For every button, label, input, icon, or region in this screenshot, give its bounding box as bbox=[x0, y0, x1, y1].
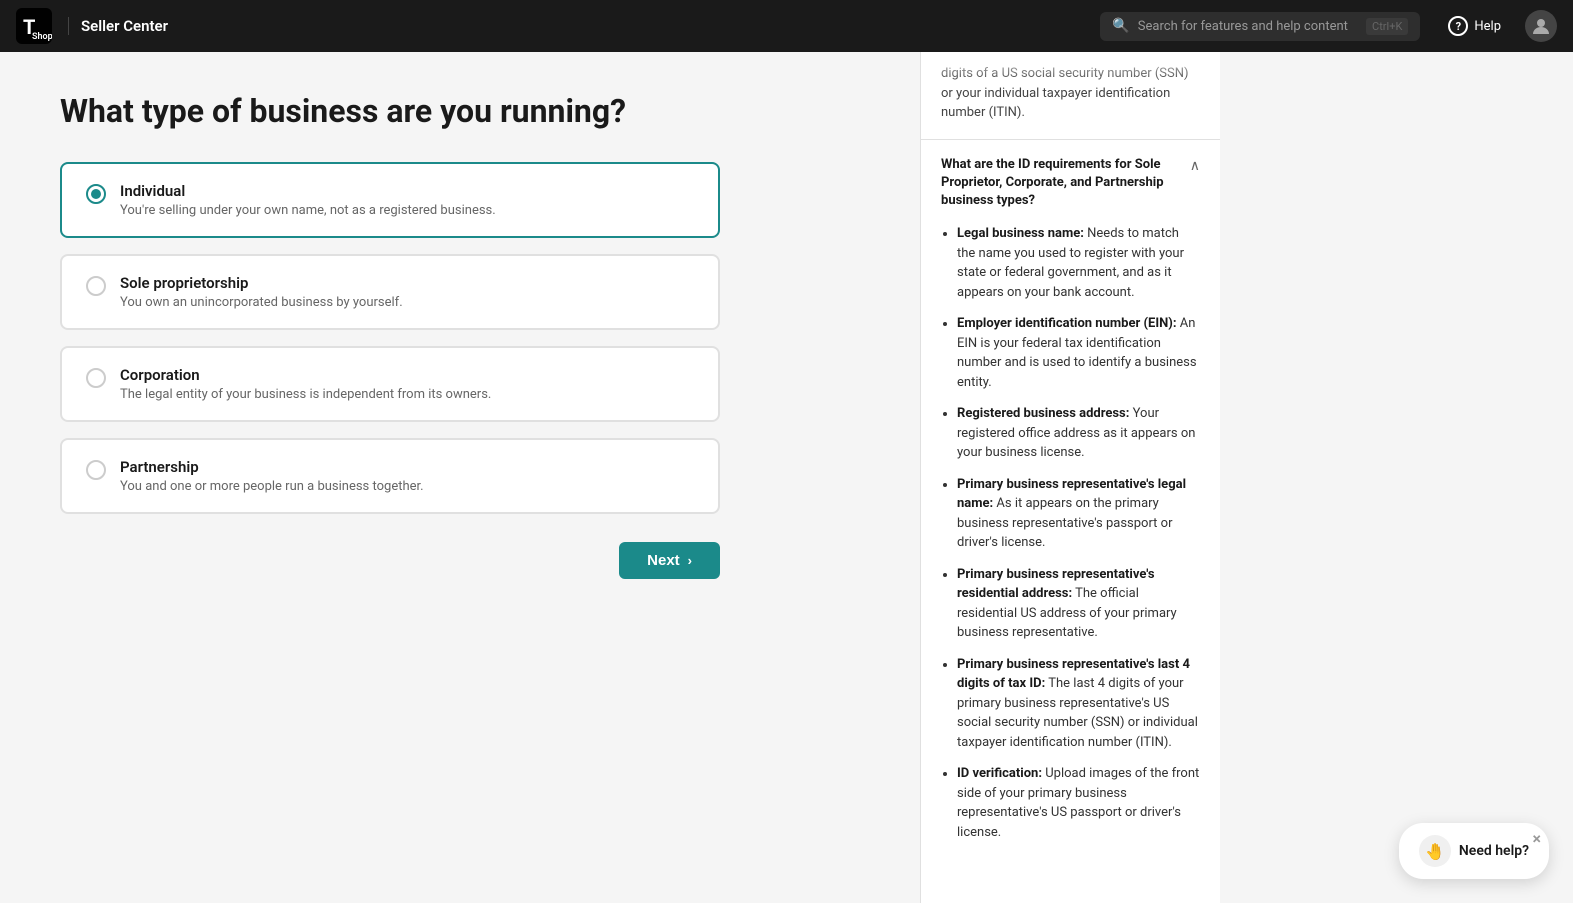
navbar-search[interactable]: 🔍 Search for features and help content C… bbox=[1100, 12, 1420, 41]
navbar-logo[interactable]: T Shop bbox=[16, 8, 52, 44]
panel-section-header[interactable]: What are the ID requirements for Sole Pr… bbox=[941, 156, 1200, 211]
panel-list-item: Legal business name: Needs to match the … bbox=[957, 224, 1200, 302]
panel-section-title: What are the ID requirements for Sole Pr… bbox=[941, 156, 1182, 211]
tiktok-shop-logo-icon: T Shop bbox=[16, 8, 52, 44]
option-desc-corporation: The legal entity of your business is ind… bbox=[120, 387, 694, 402]
chevron-up-icon: ∧ bbox=[1190, 158, 1200, 174]
panel-list-item: Primary business representative's legal … bbox=[957, 475, 1200, 553]
navbar-brand: Seller Center bbox=[68, 17, 168, 35]
option-text-corporation: Corporation The legal entity of your bus… bbox=[120, 366, 694, 402]
page-title: What type of business are you running? bbox=[60, 92, 860, 130]
next-button-row: Next › bbox=[60, 542, 720, 579]
option-text-sole_proprietorship: Sole proprietorship You own an unincorpo… bbox=[120, 274, 694, 310]
search-icon: 🔍 bbox=[1112, 18, 1129, 34]
option-name-corporation: Corporation bbox=[120, 366, 694, 384]
option-name-partnership: Partnership bbox=[120, 458, 694, 476]
panel-list-item: Employer identification number (EIN): An… bbox=[957, 314, 1200, 392]
search-placeholder: Search for features and help content bbox=[1138, 19, 1358, 34]
business-option-partnership[interactable]: Partnership You and one or more people r… bbox=[60, 438, 720, 514]
svg-text:Shop: Shop bbox=[32, 32, 52, 42]
help-button[interactable]: ? Help bbox=[1448, 16, 1501, 36]
right-panel: digits of a US social security number (S… bbox=[920, 52, 1220, 903]
radio-sole_proprietorship bbox=[86, 276, 106, 296]
option-desc-partnership: You and one or more people run a busines… bbox=[120, 479, 694, 494]
next-arrow-icon: › bbox=[688, 553, 692, 568]
user-avatar[interactable] bbox=[1525, 10, 1557, 42]
business-option-individual[interactable]: Individual You're selling under your own… bbox=[60, 162, 720, 238]
panel-section: What are the ID requirements for Sole Pr… bbox=[921, 140, 1220, 859]
option-desc-individual: You're selling under your own name, not … bbox=[120, 203, 694, 218]
business-option-corporation[interactable]: Corporation The legal entity of your bus… bbox=[60, 346, 720, 422]
radio-partnership bbox=[86, 460, 106, 480]
panel-list-item: Primary business representative's last 4… bbox=[957, 655, 1200, 753]
panel-list-item: Registered business address: Your regist… bbox=[957, 404, 1200, 463]
avatar-icon bbox=[1531, 16, 1551, 36]
next-button[interactable]: Next › bbox=[619, 542, 720, 579]
content-area: What type of business are you running? I… bbox=[0, 52, 920, 903]
help-icon: ? bbox=[1448, 16, 1468, 36]
panel-fade-text: digits of a US social security number (S… bbox=[941, 66, 1189, 120]
option-name-individual: Individual bbox=[120, 182, 694, 200]
main-layout: What type of business are you running? I… bbox=[0, 52, 1573, 903]
need-help-bubble[interactable]: × 🤚 Need help? bbox=[1399, 823, 1549, 879]
option-name-sole_proprietorship: Sole proprietorship bbox=[120, 274, 694, 292]
panel-requirements-list: Legal business name: Needs to match the … bbox=[941, 224, 1200, 842]
radio-corporation bbox=[86, 368, 106, 388]
help-label: Help bbox=[1474, 19, 1501, 34]
radio-individual bbox=[86, 184, 106, 204]
close-icon[interactable]: × bbox=[1533, 829, 1542, 848]
search-shortcut: Ctrl+K bbox=[1366, 18, 1408, 35]
option-text-partnership: Partnership You and one or more people r… bbox=[120, 458, 694, 494]
navbar: T Shop Seller Center 🔍 Search for featur… bbox=[0, 0, 1573, 52]
need-help-label: Need help? bbox=[1459, 843, 1529, 859]
option-desc-sole_proprietorship: You own an unincorporated business by yo… bbox=[120, 295, 694, 310]
panel-list-item: Primary business representative's reside… bbox=[957, 565, 1200, 643]
business-option-sole_proprietorship[interactable]: Sole proprietorship You own an unincorpo… bbox=[60, 254, 720, 330]
panel-list-item: ID verification: Upload images of the fr… bbox=[957, 764, 1200, 842]
business-options-list: Individual You're selling under your own… bbox=[60, 162, 720, 514]
option-text-individual: Individual You're selling under your own… bbox=[120, 182, 694, 218]
need-help-icon: 🤚 bbox=[1419, 835, 1451, 867]
panel-fade-section: digits of a US social security number (S… bbox=[921, 52, 1220, 140]
